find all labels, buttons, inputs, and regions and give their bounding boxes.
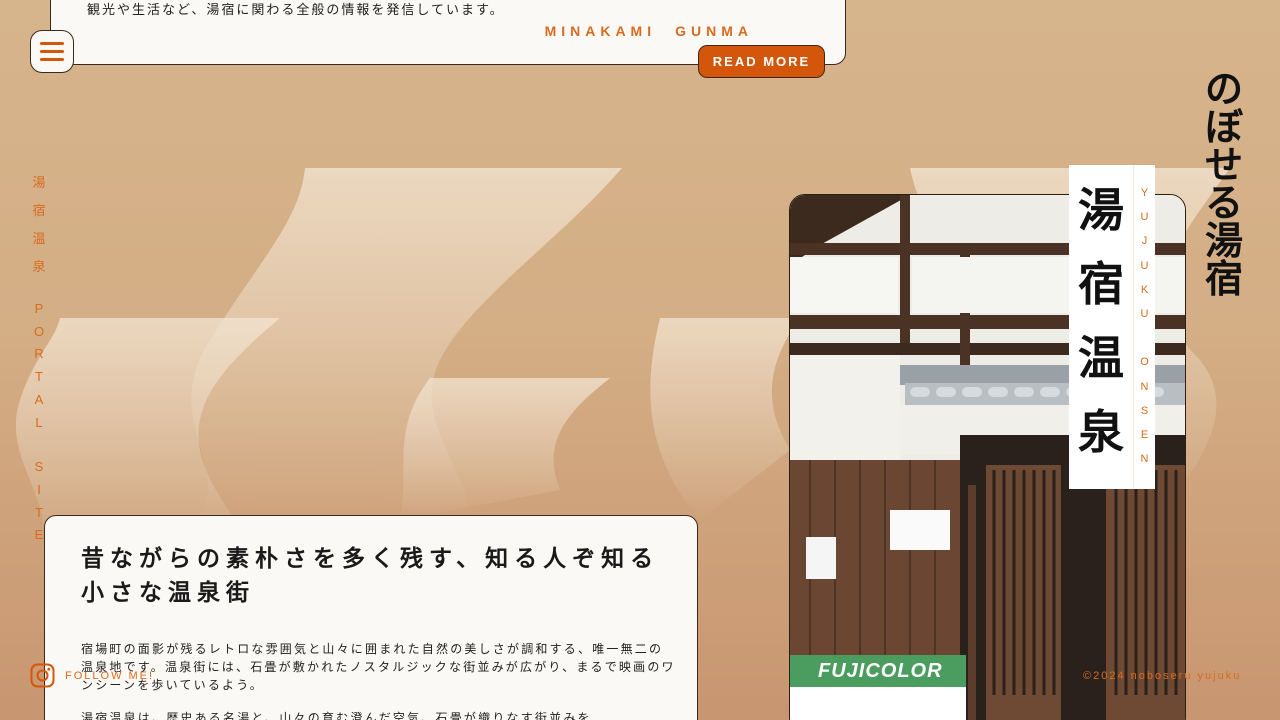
intro-paragraph: 宿場町の面影が残るレトロな雰囲気と山々に囲まれた自然の美しさが調和する、唯一無二… [81, 642, 676, 692]
title-en-char: K [1140, 283, 1149, 296]
logo-char: 宿 [1204, 257, 1243, 301]
follow-link[interactable]: FOLLOW ME! [30, 663, 154, 688]
side-char: L [35, 414, 43, 430]
menu-bar-icon [40, 42, 64, 45]
side-char: T [35, 369, 43, 385]
logo-char: 湯 [1204, 219, 1243, 263]
menu-bar-icon [40, 50, 64, 53]
side-label-jp: 湯 宿 温 泉 [31, 170, 47, 282]
title-en: Y U J U K U O N S E N [1133, 165, 1155, 489]
title-en-char: O [1140, 356, 1149, 369]
side-vertical-label: 湯 宿 温 泉 P O R T A L S I T E [31, 170, 47, 547]
intro-paragraph: 湯宿温泉は、歴史ある名湯と、山々の育む澄んだ空気、石畳が織りなす街並みを [81, 711, 592, 720]
side-char: O [33, 323, 45, 339]
copyright-text: ©2024 noboseru yujuku [1083, 670, 1242, 682]
intro-heading: 昔ながらの素朴さを多く残す、知る人ぞ知る小さな温泉街 [81, 546, 660, 606]
side-label-en: P O R T A L S I T E [31, 298, 47, 547]
hamburger-menu-button[interactable] [30, 30, 74, 73]
instagram-icon [30, 663, 55, 688]
side-char: 湯 [32, 176, 46, 191]
site-logo[interactable]: の ぼ せ る 湯 宿 [1200, 70, 1248, 298]
side-char: R [34, 346, 44, 362]
read-more-button[interactable]: READ MORE [698, 45, 825, 78]
title-banner: 湯 宿 温 泉 Y U J U K U O N S E N [1069, 165, 1155, 489]
side-char: 温 [32, 232, 46, 247]
title-en-char [1134, 326, 1155, 350]
side-char: I [37, 481, 41, 497]
title-char: 宿 [1078, 257, 1124, 311]
title-en-char: N [1140, 380, 1149, 393]
top-card-location: MINAKAMI GUNMA [544, 23, 753, 39]
side-char: P [34, 301, 44, 316]
title-char: 湯 [1078, 183, 1124, 237]
title-en-char: N [1140, 453, 1149, 466]
title-en-char: U [1140, 211, 1149, 224]
side-char: 宿 [32, 204, 46, 219]
title-jp: 湯 宿 温 泉 [1069, 165, 1133, 489]
top-card-description: 観光や生活など、湯宿に関わる全般の情報を発信しています。 [87, 3, 505, 18]
intro-card: 昔ながらの素朴さを多く残す、知る人ぞ知る小さな温泉街 宿場町の面影が残るレトロな… [44, 515, 698, 720]
side-char: 泉 [32, 260, 46, 275]
logo-char: の [1204, 67, 1243, 111]
title-char: 温 [1078, 331, 1124, 385]
title-en-char: S [1140, 404, 1149, 417]
title-en-char: J [1141, 235, 1148, 248]
menu-bar-icon [40, 58, 64, 61]
side-char: A [34, 391, 44, 407]
logo-char: ぼ [1204, 105, 1243, 149]
title-en-char: E [1140, 428, 1149, 441]
side-char: S [34, 459, 44, 475]
title-en-char: U [1140, 307, 1149, 320]
follow-label: FOLLOW ME! [65, 669, 155, 682]
logo-char: る [1204, 181, 1243, 225]
title-char: 泉 [1078, 405, 1124, 459]
fujicolor-sign-text: FUJICOLOR [818, 660, 943, 682]
logo-char: せ [1204, 143, 1243, 187]
title-en-char: U [1140, 259, 1149, 272]
title-en-char: Y [1140, 187, 1149, 199]
